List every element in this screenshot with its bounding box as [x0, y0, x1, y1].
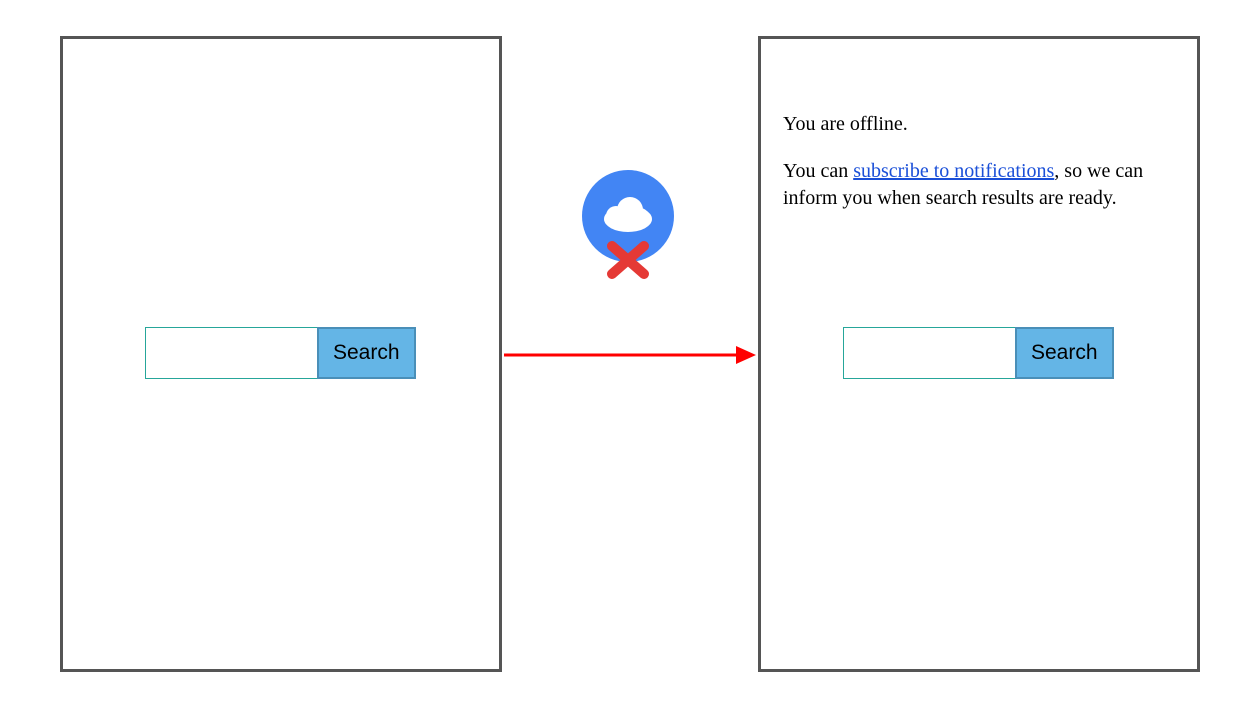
notify-prefix: You can	[783, 160, 853, 182]
search-input[interactable]	[843, 327, 1015, 379]
search-form-right: Search	[843, 327, 1114, 379]
offline-message: You are offline. You can subscribe to no…	[783, 111, 1175, 232]
offline-status-text: You are offline.	[783, 111, 1175, 138]
offline-instruction-text: You can subscribe to notifications, so w…	[783, 158, 1175, 212]
search-form-left: Search	[145, 327, 416, 379]
after-panel: You are offline. You can subscribe to no…	[758, 36, 1200, 672]
before-panel: Search	[60, 36, 502, 672]
search-button[interactable]: Search	[317, 327, 416, 379]
search-input[interactable]	[145, 327, 317, 379]
search-button[interactable]: Search	[1015, 327, 1114, 379]
subscribe-notifications-link[interactable]: subscribe to notifications	[853, 160, 1054, 182]
arrow-right-icon	[504, 343, 756, 367]
cloud-offline-icon	[582, 170, 674, 280]
